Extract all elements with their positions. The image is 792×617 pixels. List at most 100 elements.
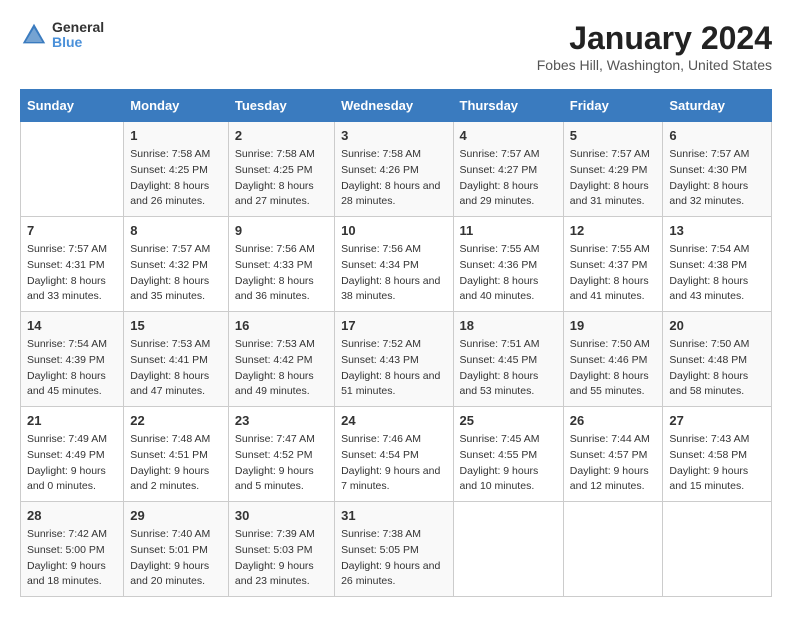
day-number: 23 — [235, 413, 328, 428]
day-number: 6 — [669, 128, 765, 143]
calendar-week-row: 28Sunrise: 7:42 AMSunset: 5:00 PMDayligh… — [21, 502, 772, 597]
calendar-cell: 6 Sunrise: 7:57 AMSunset: 4:30 PMDaylight… — [663, 122, 772, 217]
day-number: 7 — [27, 223, 117, 238]
day-info: Sunrise: 7:57 AMSunset: 4:27 PMDaylight:… — [460, 147, 557, 210]
calendar-cell: 19 Sunrise: 7:50 AMSunset: 4:46 PMDayligh… — [563, 312, 663, 407]
day-info: Sunrise: 7:58 AMSunset: 4:25 PMDaylight:… — [130, 147, 222, 210]
calendar-cell: 8 Sunrise: 7:57 AMSunset: 4:32 PMDaylight… — [124, 217, 229, 312]
day-number: 14 — [27, 318, 117, 333]
day-info: Sunrise: 7:57 AMSunset: 4:32 PMDaylight:… — [130, 242, 222, 305]
day-info: Sunrise: 7:44 AMSunset: 4:57 PMDaylight:… — [570, 432, 657, 495]
calendar-cell: 25Sunrise: 7:45 AMSunset: 4:55 PMDayligh… — [453, 407, 563, 502]
day-number: 4 — [460, 128, 557, 143]
calendar-cell: 10Sunrise: 7:56 AMSunset: 4:34 PMDayligh… — [335, 217, 453, 312]
day-number: 21 — [27, 413, 117, 428]
calendar-cell: 30Sunrise: 7:39 AMSunset: 5:03 PMDayligh… — [228, 502, 334, 597]
day-number: 20 — [669, 318, 765, 333]
day-number: 9 — [235, 223, 328, 238]
day-info: Sunrise: 7:46 AMSunset: 4:54 PMDaylight:… — [341, 432, 446, 495]
col-header-monday: Monday — [124, 90, 229, 122]
day-info: Sunrise: 7:42 AMSunset: 5:00 PMDaylight:… — [27, 527, 117, 590]
col-header-friday: Friday — [563, 90, 663, 122]
calendar-cell: 26 Sunrise: 7:44 AMSunset: 4:57 PMDayligh… — [563, 407, 663, 502]
logo-blue: Blue — [52, 35, 104, 50]
day-number: 29 — [130, 508, 222, 523]
calendar-week-row: 14 Sunrise: 7:54 AMSunset: 4:39 PMDayligh… — [21, 312, 772, 407]
calendar-cell: 7 Sunrise: 7:57 AMSunset: 4:31 PMDaylight… — [21, 217, 124, 312]
col-header-tuesday: Tuesday — [228, 90, 334, 122]
day-info: Sunrise: 7:53 AMSunset: 4:42 PMDaylight:… — [235, 337, 328, 400]
page-title: January 2024 — [537, 20, 772, 57]
day-info: Sunrise: 7:50 AMSunset: 4:48 PMDaylight:… — [669, 337, 765, 400]
day-number: 11 — [460, 223, 557, 238]
day-number: 30 — [235, 508, 328, 523]
day-number: 13 — [669, 223, 765, 238]
calendar-cell — [663, 502, 772, 597]
calendar-cell: 1Sunrise: 7:58 AMSunset: 4:25 PMDaylight… — [124, 122, 229, 217]
calendar-cell: 3 Sunrise: 7:58 AMSunset: 4:26 PMDaylight… — [335, 122, 453, 217]
day-info: Sunrise: 7:43 AMSunset: 4:58 PMDaylight:… — [669, 432, 765, 495]
calendar-cell: 27 Sunrise: 7:43 AMSunset: 4:58 PMDayligh… — [663, 407, 772, 502]
day-number: 3 — [341, 128, 446, 143]
day-number: 16 — [235, 318, 328, 333]
day-number: 10 — [341, 223, 446, 238]
calendar-cell: 28Sunrise: 7:42 AMSunset: 5:00 PMDayligh… — [21, 502, 124, 597]
calendar-cell: 11 Sunrise: 7:55 AMSunset: 4:36 PMDayligh… — [453, 217, 563, 312]
day-number: 22 — [130, 413, 222, 428]
calendar-cell: 21 Sunrise: 7:49 AMSunset: 4:49 PMDayligh… — [21, 407, 124, 502]
day-info: Sunrise: 7:55 AMSunset: 4:37 PMDaylight:… — [570, 242, 657, 305]
day-number: 19 — [570, 318, 657, 333]
day-info: Sunrise: 7:45 AMSunset: 4:55 PMDaylight:… — [460, 432, 557, 495]
calendar-cell: 16 Sunrise: 7:53 AMSunset: 4:42 PMDayligh… — [228, 312, 334, 407]
day-info: Sunrise: 7:50 AMSunset: 4:46 PMDaylight:… — [570, 337, 657, 400]
day-info: Sunrise: 7:58 AMSunset: 4:25 PMDaylight:… — [235, 147, 328, 210]
page-header: General Blue January 2024 Fobes Hill, Wa… — [20, 20, 772, 73]
calendar-cell: 22Sunrise: 7:48 AMSunset: 4:51 PMDayligh… — [124, 407, 229, 502]
day-info: Sunrise: 7:51 AMSunset: 4:45 PMDaylight:… — [460, 337, 557, 400]
calendar-cell: 17 Sunrise: 7:52 AMSunset: 4:43 PMDayligh… — [335, 312, 453, 407]
day-info: Sunrise: 7:57 AMSunset: 4:29 PMDaylight:… — [570, 147, 657, 210]
day-number: 8 — [130, 223, 222, 238]
logo-text: General Blue — [52, 20, 104, 51]
day-number: 15 — [130, 318, 222, 333]
calendar-cell: 2 Sunrise: 7:58 AMSunset: 4:25 PMDaylight… — [228, 122, 334, 217]
calendar-week-row: 7 Sunrise: 7:57 AMSunset: 4:31 PMDaylight… — [21, 217, 772, 312]
day-info: Sunrise: 7:54 AMSunset: 4:39 PMDaylight:… — [27, 337, 117, 400]
page-subtitle: Fobes Hill, Washington, United States — [537, 57, 772, 73]
calendar-cell: 9 Sunrise: 7:56 AMSunset: 4:33 PMDaylight… — [228, 217, 334, 312]
calendar-cell: 18Sunrise: 7:51 AMSunset: 4:45 PMDayligh… — [453, 312, 563, 407]
calendar-cell: 23Sunrise: 7:47 AMSunset: 4:52 PMDayligh… — [228, 407, 334, 502]
calendar-cell — [563, 502, 663, 597]
day-info: Sunrise: 7:55 AMSunset: 4:36 PMDaylight:… — [460, 242, 557, 305]
logo-general: General — [52, 20, 104, 35]
calendar-cell: 12 Sunrise: 7:55 AMSunset: 4:37 PMDayligh… — [563, 217, 663, 312]
day-info: Sunrise: 7:57 AMSunset: 4:30 PMDaylight:… — [669, 147, 765, 210]
col-header-sunday: Sunday — [21, 90, 124, 122]
day-number: 17 — [341, 318, 446, 333]
calendar-cell: 15Sunrise: 7:53 AMSunset: 4:41 PMDayligh… — [124, 312, 229, 407]
day-info: Sunrise: 7:49 AMSunset: 4:49 PMDaylight:… — [27, 432, 117, 495]
calendar-cell: 4 Sunrise: 7:57 AMSunset: 4:27 PMDaylight… — [453, 122, 563, 217]
day-number: 26 — [570, 413, 657, 428]
col-header-wednesday: Wednesday — [335, 90, 453, 122]
day-info: Sunrise: 7:56 AMSunset: 4:33 PMDaylight:… — [235, 242, 328, 305]
calendar-cell: 29 Sunrise: 7:40 AMSunset: 5:01 PMDayligh… — [124, 502, 229, 597]
day-info: Sunrise: 7:52 AMSunset: 4:43 PMDaylight:… — [341, 337, 446, 400]
col-header-saturday: Saturday — [663, 90, 772, 122]
day-info: Sunrise: 7:58 AMSunset: 4:26 PMDaylight:… — [341, 147, 446, 210]
calendar-header-row: SundayMondayTuesdayWednesdayThursdayFrid… — [21, 90, 772, 122]
calendar-week-row: 1Sunrise: 7:58 AMSunset: 4:25 PMDaylight… — [21, 122, 772, 217]
calendar-cell: 24Sunrise: 7:46 AMSunset: 4:54 PMDayligh… — [335, 407, 453, 502]
day-number: 27 — [669, 413, 765, 428]
calendar-cell: 20 Sunrise: 7:50 AMSunset: 4:48 PMDayligh… — [663, 312, 772, 407]
day-number: 2 — [235, 128, 328, 143]
day-info: Sunrise: 7:40 AMSunset: 5:01 PMDaylight:… — [130, 527, 222, 590]
calendar-cell: 14 Sunrise: 7:54 AMSunset: 4:39 PMDayligh… — [21, 312, 124, 407]
day-number: 31 — [341, 508, 446, 523]
calendar-cell: 13Sunrise: 7:54 AMSunset: 4:38 PMDayligh… — [663, 217, 772, 312]
col-header-thursday: Thursday — [453, 90, 563, 122]
day-info: Sunrise: 7:38 AMSunset: 5:05 PMDaylight:… — [341, 527, 446, 590]
day-number: 12 — [570, 223, 657, 238]
day-info: Sunrise: 7:57 AMSunset: 4:31 PMDaylight:… — [27, 242, 117, 305]
logo: General Blue — [20, 20, 104, 51]
